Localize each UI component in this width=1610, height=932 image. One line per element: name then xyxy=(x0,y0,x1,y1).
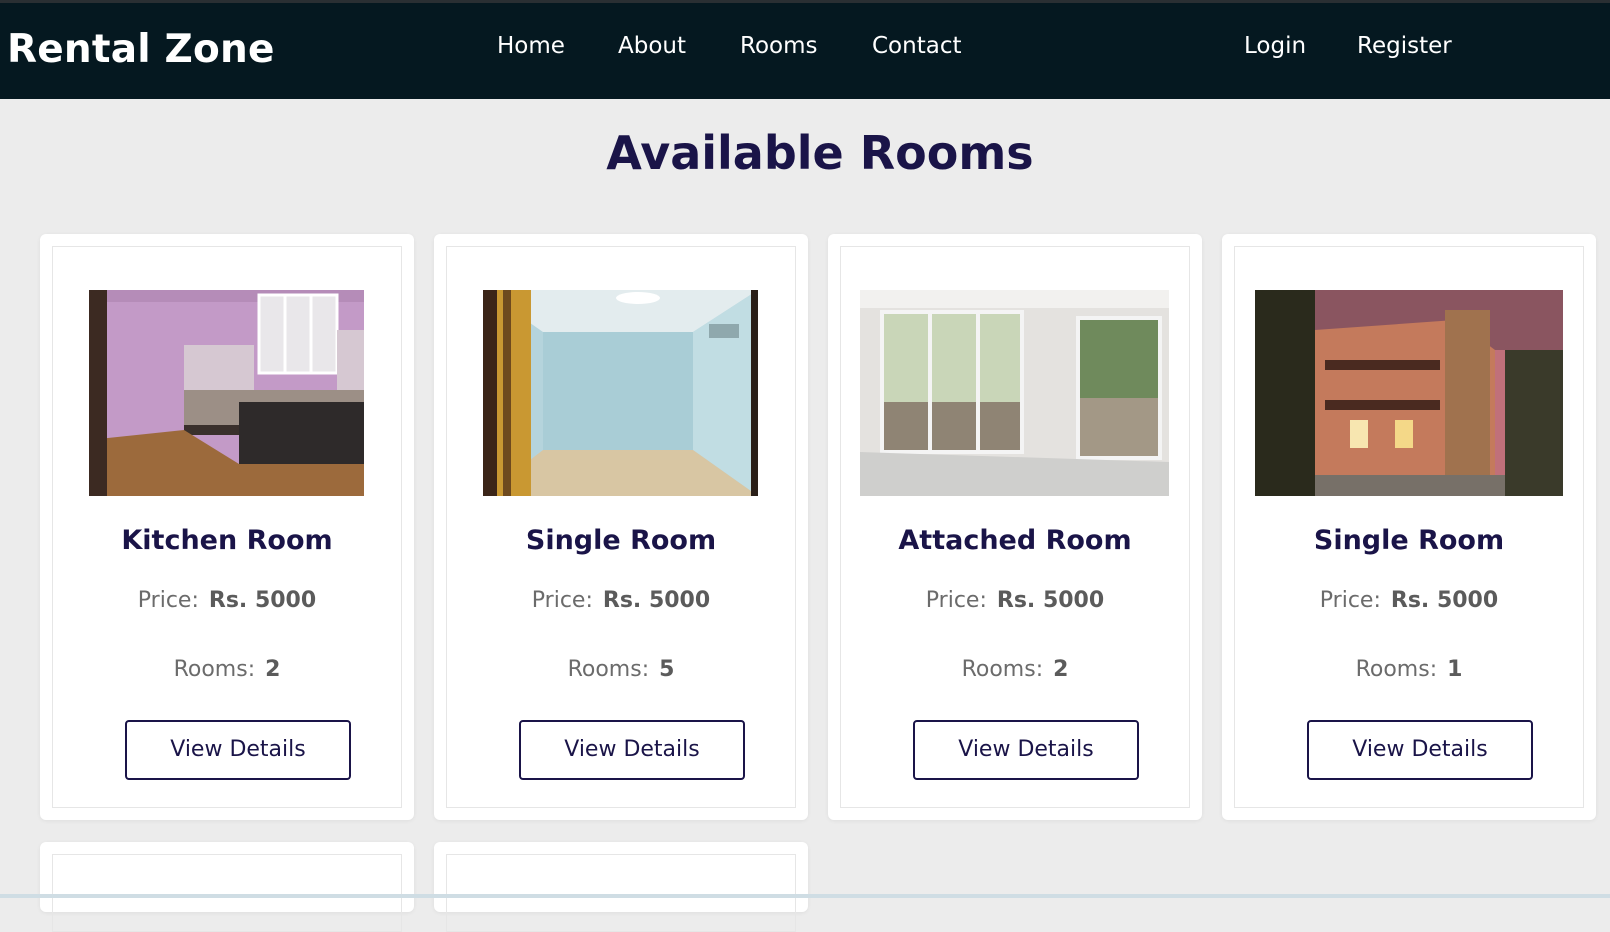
room-name: Single Room xyxy=(1313,525,1505,556)
view-details-button[interactable]: View Details xyxy=(125,720,351,780)
room-card: Single Room Price: Rs. 5000 Rooms: 5 View … xyxy=(434,234,808,820)
room-price: Price: Rs. 5000 xyxy=(1235,588,1583,613)
card-frame xyxy=(52,854,402,932)
price-label: Price: xyxy=(925,588,987,613)
card-frame: Single Room Price: Rs. 5000 Rooms: 1 View … xyxy=(1234,246,1584,808)
room-card: Kitchen Room Price: Rs. 5000 Rooms: 2 View… xyxy=(40,234,414,820)
nav-login[interactable]: Login xyxy=(1244,33,1306,59)
price-label: Price: xyxy=(531,588,593,613)
room-card-partial xyxy=(434,842,808,932)
card-frame: Single Room Price: Rs. 5000 Rooms: 5 View … xyxy=(446,246,796,808)
card-frame: Kitchen Room Price: Rs. 5000 Rooms: 2 View… xyxy=(52,246,402,808)
room-name: Attached Room xyxy=(898,525,1132,556)
view-details-button[interactable]: View Details xyxy=(913,720,1139,780)
price-label: Price: xyxy=(137,588,199,613)
room-price: Price: Rs. 5000 xyxy=(841,588,1189,613)
nav-rooms[interactable]: Rooms xyxy=(740,33,817,59)
room-count: Rooms: 1 xyxy=(1235,657,1583,682)
window-bottom-edge xyxy=(0,894,1610,898)
top-navbar: Rental Zone Home About Rooms Contact Log… xyxy=(0,0,1610,99)
rooms-label: Rooms: xyxy=(1355,657,1438,682)
view-details-button[interactable]: View Details xyxy=(519,720,745,780)
rooms-value: 1 xyxy=(1447,657,1463,682)
room-count: Rooms: 2 xyxy=(53,657,401,682)
room-name: Single Room xyxy=(525,525,717,556)
rooms-label: Rooms: xyxy=(173,657,256,682)
room-price: Price: Rs. 5000 xyxy=(53,588,401,613)
price-label: Price: xyxy=(1319,588,1381,613)
rooms-value: 5 xyxy=(659,657,675,682)
nav-register[interactable]: Register xyxy=(1357,33,1452,59)
price-value: Rs. 5000 xyxy=(208,588,317,613)
card-frame: Attached Room Price: Rs. 5000 Rooms: 2 Vie… xyxy=(840,246,1190,808)
nav-home[interactable]: Home xyxy=(497,33,565,59)
house-exterior-photo xyxy=(1255,290,1563,496)
rooms-label: Rooms: xyxy=(961,657,1044,682)
room-count: Rooms: 5 xyxy=(447,657,795,682)
brand-logo[interactable]: Rental Zone xyxy=(7,27,275,72)
price-value: Rs. 5000 xyxy=(996,588,1105,613)
blue-room-photo xyxy=(483,290,758,496)
view-details-button[interactable]: View Details xyxy=(1307,720,1533,780)
room-card: Attached Room Price: Rs. 5000 Rooms: 2 Vie… xyxy=(828,234,1202,820)
nav-contact[interactable]: Contact xyxy=(872,33,961,59)
room-card-partial xyxy=(40,842,414,932)
rooms-label: Rooms: xyxy=(567,657,650,682)
room-card: Single Room Price: Rs. 5000 Rooms: 1 View … xyxy=(1222,234,1596,820)
rooms-value: 2 xyxy=(1053,657,1069,682)
room-count: Rooms: 2 xyxy=(841,657,1189,682)
rooms-value: 2 xyxy=(265,657,281,682)
room-name: Kitchen Room xyxy=(121,525,333,556)
kitchen-room-photo xyxy=(89,290,364,496)
room-price: Price: Rs. 5000 xyxy=(447,588,795,613)
page-title: Available Rooms xyxy=(606,126,1034,180)
price-value: Rs. 5000 xyxy=(602,588,711,613)
glass-window-room-photo xyxy=(860,290,1169,496)
price-value: Rs. 5000 xyxy=(1390,588,1499,613)
nav-about[interactable]: About xyxy=(618,33,686,59)
card-frame xyxy=(446,854,796,932)
